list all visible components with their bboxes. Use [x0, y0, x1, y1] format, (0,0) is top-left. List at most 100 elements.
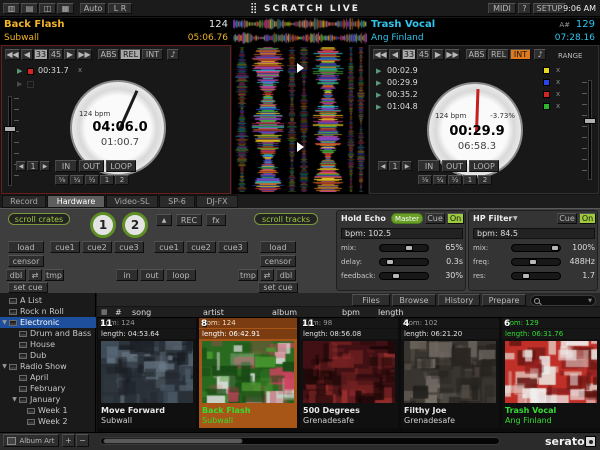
browse-button[interactable]: Browse [392, 294, 436, 306]
deck-b-keylock-icon[interactable]: ♪ [534, 49, 546, 60]
deck-b-rewind-button[interactable]: ◀ [389, 49, 401, 60]
left-right-toggle-button[interactable]: L R [108, 3, 132, 14]
history-button[interactable]: History [438, 294, 480, 306]
deck-1-cue2-button[interactable]: cue2 [82, 241, 112, 253]
search-input[interactable] [543, 297, 588, 305]
deck-a-loop-slot-next-button[interactable]: ▶ [40, 161, 50, 171]
fx1-param2-handle[interactable] [386, 259, 394, 265]
crate-drum-and-bass[interactable]: Drum and Bass [0, 328, 96, 339]
deck-a-loop-slot-number[interactable]: 1 [27, 161, 39, 171]
deck-b-cue2-delete-icon[interactable]: x [556, 78, 560, 86]
column-length[interactable]: length [378, 308, 404, 317]
deck-b-autoloop-5-button[interactable]: 2 [478, 175, 492, 185]
fx1-param3-handle[interactable] [392, 273, 400, 279]
fx1-param1-slider[interactable] [379, 244, 429, 252]
deck-1-set-cue-button[interactable]: set cue [8, 282, 48, 293]
deck-b-cue4-delete-icon[interactable]: x [556, 102, 560, 110]
deck-b-abs-mode-button[interactable]: ABS [466, 49, 487, 60]
crate-a-list[interactable]: A List [0, 295, 96, 306]
track-tile-trash-vocal[interactable]: bpm: 129 length: 06:31.76 6 Trash Vocal … [502, 318, 600, 428]
fx2-param3-handle[interactable] [522, 273, 530, 279]
crate-april[interactable]: April [0, 372, 96, 383]
search-box[interactable]: ▼ [530, 295, 596, 306]
deck-a-cue1-delete-icon[interactable]: x [78, 66, 82, 74]
deck-b-loop-button[interactable]: LOOP [469, 160, 499, 172]
hw-loop-button[interactable]: loop [166, 269, 196, 281]
fx1-param3-slider[interactable] [379, 272, 429, 280]
deck-b-range-label[interactable]: RANGE [558, 52, 582, 60]
deck-b-cue4-color-swatch[interactable] [543, 103, 550, 110]
deck-a-autoloop-2-button[interactable]: ¼ [70, 175, 84, 185]
crate-house[interactable]: House [0, 339, 96, 350]
deck-2-indicator[interactable]: 2 [122, 212, 148, 238]
expand-arrow-icon[interactable]: ▼ [10, 396, 19, 403]
deck-b-cue1-delete-icon[interactable]: x [556, 66, 560, 74]
fx1-bpm-display[interactable]: bpm: 102.5 [341, 228, 463, 239]
hw-loop-in-button[interactable]: in [116, 269, 138, 281]
deck-b-int-mode-button[interactable]: INT [510, 49, 531, 60]
deck-b-loop-out-button[interactable]: OUT [442, 160, 467, 172]
crate-february[interactable]: February [0, 383, 96, 394]
midi-button[interactable]: MIDI [488, 3, 516, 14]
deck-2-set-cue-button[interactable]: set cue [258, 282, 298, 293]
deck-a-loop-in-button[interactable]: IN [55, 160, 77, 172]
fx2-cue-button[interactable]: Cue [557, 213, 577, 224]
deck-a-cue2-empty-swatch[interactable] [27, 81, 34, 88]
fx2-param2-handle[interactable] [529, 259, 537, 265]
deck-b-cue3-color-swatch[interactable] [543, 91, 550, 98]
deck-b-autoloop-4-button[interactable]: 1 [463, 175, 477, 185]
fx2-param1-handle[interactable] [551, 245, 559, 251]
deck-1-cue3-button[interactable]: cue3 [114, 241, 144, 253]
deck-b-cue2-play-icon[interactable]: ▶ [376, 79, 381, 87]
fx1-param2-slider[interactable] [379, 258, 429, 266]
deck-b-loop-slot-next-button[interactable]: ▶ [402, 161, 412, 171]
zoom-out-button[interactable]: − [76, 434, 89, 447]
deck-a-autoloop-1-button[interactable]: ⅛ [55, 175, 69, 185]
crate-week-1[interactable]: Week 1 [0, 405, 96, 416]
deck-b-loop-in-button[interactable]: IN [418, 160, 440, 172]
deck-2-load-button[interactable]: load [260, 241, 296, 253]
deck-a-cue2-play-icon[interactable]: ▶ [17, 80, 22, 88]
deck-1-dbl-button[interactable]: dbl [6, 269, 26, 281]
deck-a-loop-button[interactable]: LOOP [106, 160, 136, 172]
deck-b-cue4-play-icon[interactable]: ▶ [376, 103, 381, 111]
deck-a-cue1-color-swatch[interactable] [27, 68, 34, 75]
column-album[interactable]: album [272, 308, 297, 317]
deck-a-keylock-icon[interactable]: ♪ [167, 49, 179, 60]
track-tile-filthy-joe[interactable]: bpm: 102 length: 06:21.20 4 Filthy Joe G… [401, 318, 499, 428]
tab-video-sl[interactable]: Video-SL [106, 195, 158, 208]
expand-arrow-icon[interactable]: ▼ [0, 363, 9, 370]
deck-b-fastforward-button[interactable]: ▶ [432, 49, 444, 60]
crate-radio-show[interactable]: ▼Radio Show [0, 361, 96, 372]
tab-dj-fx[interactable]: DJ-FX [196, 195, 238, 208]
view-mode-4-icon[interactable]: ▦ [57, 3, 74, 14]
deck-b-autoloop-3-button[interactable]: ½ [448, 175, 462, 185]
expand-arrow-icon[interactable]: ▼ [0, 319, 9, 326]
deck-2-censor-button[interactable]: censor [260, 255, 296, 267]
deck-2-dbl-button[interactable]: dbl [276, 269, 296, 281]
deck-a-autoloop-3-button[interactable]: ½ [85, 175, 99, 185]
deck-b-autoloop-1-button[interactable]: ⅛ [418, 175, 432, 185]
fx1-param1-handle[interactable] [405, 245, 413, 251]
grid-view-icon[interactable]: ▦ [101, 308, 108, 316]
view-mode-1-icon[interactable]: ▥ [3, 3, 20, 14]
deck-b-pitch-slider-handle[interactable] [584, 118, 596, 124]
deck-a-loop-slot-prev-button[interactable]: ◀ [16, 161, 26, 171]
deck-b-33rpm-button[interactable]: 33 [402, 49, 416, 60]
deck-2-cue2-button[interactable]: cue2 [186, 241, 216, 253]
deck-b-cue3-delete-icon[interactable]: x [556, 90, 560, 98]
deck-a-pitch-slider-handle[interactable] [4, 126, 16, 132]
deck-a-autoloop-5-button[interactable]: 2 [115, 175, 129, 185]
deck-a-cue1-play-icon[interactable]: ▶ [17, 67, 22, 75]
fx1-on-button[interactable]: On [447, 213, 464, 224]
fx1-cue-button[interactable]: Cue [425, 213, 445, 224]
zoom-in-button[interactable]: + [62, 434, 75, 447]
search-dropdown-icon[interactable]: ▼ [588, 298, 595, 304]
tab-sp-6[interactable]: SP-6 [159, 195, 195, 208]
fx2-on-button[interactable]: On [579, 213, 596, 224]
deck-a-next-track-button[interactable]: ▶▶ [77, 49, 92, 60]
deck-a-33rpm-button[interactable]: 33 [34, 49, 48, 60]
tab-hardware[interactable]: Hardware [47, 195, 105, 208]
column-bpm[interactable]: bpm [342, 308, 360, 317]
fx2-param1-slider[interactable] [511, 244, 561, 252]
